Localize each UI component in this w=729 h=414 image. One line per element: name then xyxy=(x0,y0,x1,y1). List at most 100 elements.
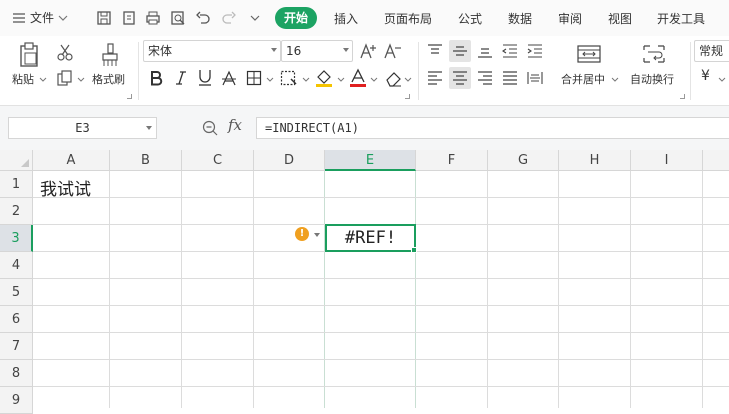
font-name-select[interactable]: 宋体 xyxy=(143,40,281,62)
fill-color-icon[interactable] xyxy=(313,67,335,89)
tab-view[interactable]: 视图 xyxy=(608,10,632,27)
dialog-launcher-icon[interactable] xyxy=(127,94,132,99)
decrease-indent-icon[interactable] xyxy=(499,40,521,62)
currency-icon[interactable]: ¥ xyxy=(701,68,710,84)
align-center-icon[interactable] xyxy=(449,67,471,89)
formula-bar: E3 fx =INDIRECT(A1) xyxy=(0,106,729,150)
row-header-3[interactable]: 3 xyxy=(0,225,33,252)
grid-line xyxy=(630,171,631,408)
clear-format-icon[interactable] xyxy=(383,67,405,89)
underline-icon[interactable] xyxy=(195,68,215,88)
row-header-4[interactable]: 4 xyxy=(0,252,33,279)
wrap-text-label[interactable]: 自动换行 xyxy=(630,71,674,87)
tab-review[interactable]: 审阅 xyxy=(558,10,582,27)
cell-style-icon[interactable] xyxy=(278,68,300,88)
cell-a1[interactable]: 我试试 xyxy=(40,175,91,200)
column-header-g[interactable]: G xyxy=(488,150,559,171)
strikethrough-icon[interactable] xyxy=(219,68,239,88)
tab-data[interactable]: 数据 xyxy=(508,10,532,27)
column-header-overflow[interactable] xyxy=(703,150,729,171)
column-header-e[interactable]: E xyxy=(325,150,416,171)
chevron-down-icon[interactable] xyxy=(611,77,619,83)
name-box[interactable]: E3 xyxy=(8,117,157,139)
row-header-8[interactable]: 8 xyxy=(0,360,33,387)
zoom-icon[interactable] xyxy=(202,120,218,136)
format-painter-icon[interactable] xyxy=(96,40,124,70)
format-painter-label[interactable]: 格式刷 xyxy=(92,71,125,87)
save-icon[interactable] xyxy=(95,9,113,27)
quick-access-more-icon[interactable] xyxy=(246,9,264,27)
grid-line xyxy=(181,171,182,408)
paste-label[interactable]: 粘贴 xyxy=(12,71,34,87)
grid-line xyxy=(33,278,729,279)
font-color-icon[interactable] xyxy=(347,67,369,89)
borders-icon[interactable] xyxy=(244,68,264,88)
align-middle-icon[interactable] xyxy=(449,40,471,62)
align-right-icon[interactable] xyxy=(474,67,496,89)
row-header-1[interactable]: 1 xyxy=(0,171,33,198)
tab-page-layout[interactable]: 页面布局 xyxy=(384,10,432,27)
align-left-icon[interactable] xyxy=(424,67,446,89)
column-header-b[interactable]: B xyxy=(110,150,182,171)
insert-function-icon[interactable]: fx xyxy=(228,116,242,134)
chevron-down-icon[interactable] xyxy=(337,77,345,83)
increase-indent-icon[interactable] xyxy=(524,40,546,62)
chevron-down-icon[interactable] xyxy=(39,77,47,83)
row-header-2[interactable]: 2 xyxy=(0,198,33,225)
paste-icon[interactable] xyxy=(14,40,44,70)
chevron-down-icon[interactable] xyxy=(370,77,378,83)
increase-font-size-icon[interactable] xyxy=(358,41,380,61)
print-icon[interactable] xyxy=(144,9,162,27)
align-top-icon[interactable] xyxy=(424,40,446,62)
redo-icon[interactable] xyxy=(220,9,238,27)
dialog-launcher-icon[interactable] xyxy=(405,94,410,99)
print-preview-icon[interactable] xyxy=(169,9,187,27)
decrease-font-size-icon[interactable] xyxy=(382,41,404,61)
column-header-a[interactable]: A xyxy=(33,150,110,171)
wrap-text-icon[interactable] xyxy=(639,41,669,67)
tab-developer[interactable]: 开发工具 xyxy=(657,10,705,27)
italic-icon[interactable] xyxy=(171,68,191,88)
row-header-5[interactable]: 5 xyxy=(0,279,33,306)
column-header-c[interactable]: C xyxy=(182,150,254,171)
select-all-corner[interactable] xyxy=(0,150,33,171)
column-header-h[interactable]: H xyxy=(559,150,631,171)
chevron-down-icon[interactable] xyxy=(718,77,726,83)
row-header-9[interactable]: 9 xyxy=(0,387,33,414)
row-header-6[interactable]: 6 xyxy=(0,306,33,333)
align-bottom-icon[interactable] xyxy=(474,40,496,62)
row-header-7[interactable]: 7 xyxy=(0,333,33,360)
number-format-select[interactable]: 常规 xyxy=(694,40,729,62)
font-size-select[interactable]: 16 xyxy=(281,40,353,62)
column-header-i[interactable]: I xyxy=(631,150,703,171)
merge-center-label[interactable]: 合并居中 xyxy=(561,71,605,87)
chevron-down-icon[interactable] xyxy=(314,233,320,237)
file-menu[interactable]: 文件 xyxy=(12,9,68,26)
tab-home[interactable]: 开始 xyxy=(275,7,318,29)
justify-icon[interactable] xyxy=(499,67,521,89)
distributed-align-icon[interactable] xyxy=(524,67,546,89)
grid-line xyxy=(33,305,729,306)
error-warning-icon[interactable]: ! xyxy=(295,227,309,241)
column-header-f[interactable]: F xyxy=(416,150,488,171)
undo-icon[interactable] xyxy=(194,9,212,27)
copy-icon[interactable] xyxy=(54,67,76,89)
formula-input[interactable]: =INDIRECT(A1) xyxy=(256,117,729,139)
spreadsheet-grid: A B C D E F G H I 1 2 3 4 5 6 7 8 9 我试试 … xyxy=(0,150,729,414)
chevron-down-icon[interactable] xyxy=(302,77,310,83)
chevron-down-icon[interactable] xyxy=(266,77,274,83)
tab-insert[interactable]: 插入 xyxy=(334,10,358,27)
cell-e3[interactable]: #REF! xyxy=(325,228,416,248)
file-menu-label: 文件 xyxy=(30,11,55,25)
dialog-launcher-icon[interactable] xyxy=(680,94,685,99)
merge-center-icon[interactable] xyxy=(574,41,604,67)
fill-handle[interactable] xyxy=(411,247,417,253)
grid-line xyxy=(33,359,729,360)
chevron-down-icon[interactable] xyxy=(77,77,85,83)
tab-formulas[interactable]: 公式 xyxy=(458,10,482,27)
chevron-down-icon[interactable] xyxy=(404,77,412,83)
cut-icon[interactable] xyxy=(54,41,76,63)
bold-icon[interactable] xyxy=(146,68,166,88)
column-header-d[interactable]: D xyxy=(254,150,325,171)
export-pdf-icon[interactable] xyxy=(120,9,138,27)
